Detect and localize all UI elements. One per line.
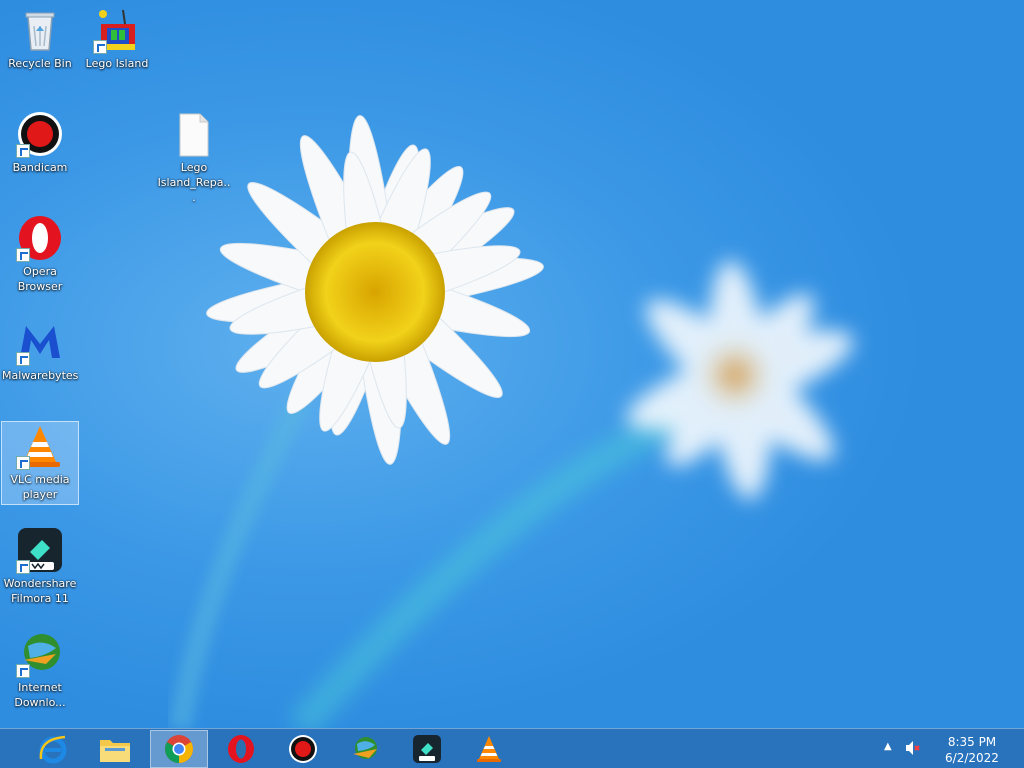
taskbar-opera[interactable] xyxy=(212,730,270,768)
clock-date: 6/2/2022 xyxy=(945,751,999,765)
idm-icon xyxy=(16,630,64,678)
desktop-icon-label: Wondershare Filmora 11 xyxy=(3,577,77,605)
clock-time: 8:35 PM xyxy=(947,735,997,749)
volume-muted-icon[interactable] xyxy=(904,739,922,760)
taskbar-internet-explorer[interactable] xyxy=(24,730,82,768)
wallpaper-flowers xyxy=(169,115,854,728)
idm-icon xyxy=(353,737,377,759)
desktop-icon-label: Malwarebytes xyxy=(2,369,79,382)
system-tray: ▲ 8:35 PM 6/2/2022 xyxy=(884,729,1024,768)
internet-explorer-icon xyxy=(39,735,67,764)
desktop-icon-label: VLC media player xyxy=(10,473,70,501)
vlc-icon xyxy=(477,736,501,762)
clock[interactable]: 8:35 PM 6/2/2022 xyxy=(942,734,1002,766)
shortcut-arrow-icon xyxy=(16,352,30,366)
bandicam-icon xyxy=(289,735,317,763)
desktop-icon-label: Internet Downlo... xyxy=(14,681,66,709)
desktop-icon-filmora[interactable]: Wondershare Filmora 11 xyxy=(2,526,78,606)
taskbar-filmora[interactable] xyxy=(398,730,456,768)
shortcut-arrow-icon xyxy=(16,664,30,678)
desktop-icon-label: Bandicam xyxy=(12,161,68,174)
shortcut-arrow-icon xyxy=(16,456,30,470)
chrome-icon xyxy=(165,735,193,763)
folder-icon xyxy=(100,740,130,762)
desktop-icon-bandicam[interactable]: Bandicam xyxy=(2,110,78,175)
desktop-icon-opera[interactable]: Opera Browser xyxy=(2,214,78,294)
file-icon xyxy=(170,110,218,158)
malwarebytes-icon xyxy=(16,318,64,366)
taskbar-google-chrome[interactable] xyxy=(150,730,208,768)
filmora-icon xyxy=(413,735,441,763)
taskbar: ▲ 8:35 PM 6/2/2022 xyxy=(0,728,1024,768)
desktop[interactable]: Recycle Bin Lego Island Bandicam Lego Is… xyxy=(0,0,1024,768)
recycle-bin-icon xyxy=(16,6,64,54)
desktop-icon-lego-island-repair[interactable]: Lego Island_Repa... xyxy=(156,110,232,205)
filmora-icon xyxy=(16,526,64,574)
desktop-icon-malwarebytes[interactable]: Malwarebytes xyxy=(2,318,78,383)
taskbar-internet-download-manager[interactable] xyxy=(336,730,394,768)
desktop-icon-lego-island[interactable]: Lego Island xyxy=(79,6,155,71)
desktop-icon-label: Opera Browser xyxy=(17,265,63,293)
shortcut-arrow-icon xyxy=(16,144,30,158)
opera-icon xyxy=(16,214,64,262)
desktop-icon-internet-download-manager[interactable]: Internet Downlo... xyxy=(2,630,78,710)
shortcut-arrow-icon xyxy=(16,560,30,574)
desktop-icon-vlc[interactable]: VLC media player xyxy=(1,421,79,505)
desktop-icon-recycle-bin[interactable]: Recycle Bin xyxy=(2,6,78,71)
desktop-icon-label: Lego Island_Repa... xyxy=(157,161,231,204)
desktop-icon-label: Lego Island xyxy=(85,57,149,70)
desktop-icon-label: Recycle Bin xyxy=(8,57,72,70)
vlc-icon xyxy=(16,422,64,470)
taskbar-file-explorer[interactable] xyxy=(86,730,144,768)
show-hidden-icons-button[interactable]: ▲ xyxy=(884,741,892,752)
shortcut-arrow-icon xyxy=(16,248,30,262)
bandicam-icon xyxy=(16,110,64,158)
opera-icon xyxy=(228,735,254,763)
lego-island-icon xyxy=(93,6,141,54)
taskbar-bandicam[interactable] xyxy=(274,730,332,768)
shortcut-arrow-icon xyxy=(93,40,107,54)
taskbar-vlc[interactable] xyxy=(460,730,518,768)
